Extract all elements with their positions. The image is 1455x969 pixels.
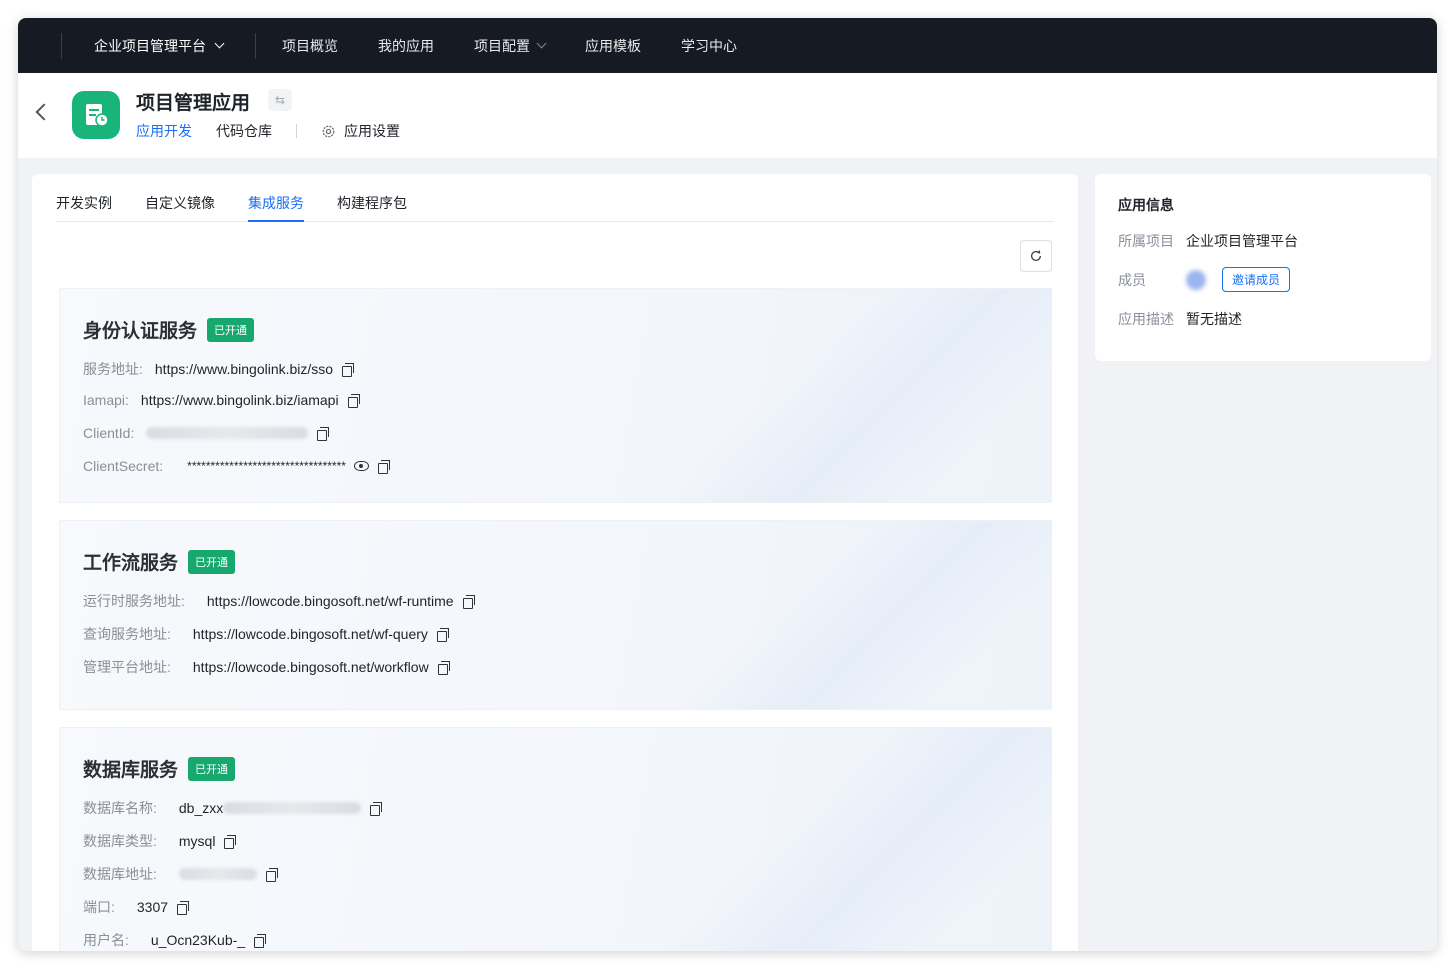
copy-icon[interactable] bbox=[224, 834, 237, 849]
status-badge: 已开通 bbox=[188, 756, 236, 781]
platform-name: 企业项目管理平台 bbox=[94, 37, 206, 54]
platform-switcher[interactable]: 企业项目管理平台 bbox=[62, 36, 255, 56]
service-row: ClientSecret: **************************… bbox=[83, 458, 390, 474]
service-title: 数据库服务 bbox=[83, 760, 179, 781]
avatar[interactable] bbox=[1186, 269, 1206, 290]
tab-dev-instances[interactable]: 开发实例 bbox=[56, 174, 112, 222]
app-tabs: 应用开发 代码仓库 应用设置 bbox=[136, 121, 400, 141]
main-panel: 开发实例 自定义镜像 集成服务 构建程序包 身份认证服务 已开通 服务地址: h… bbox=[32, 174, 1078, 951]
info-row-description: 应用描述 暂无描述 bbox=[1118, 311, 1242, 327]
nav-item-app-templates[interactable]: 应用模板 bbox=[565, 36, 661, 56]
copy-icon[interactable] bbox=[370, 801, 383, 816]
nav-item-overview[interactable]: 项目概览 bbox=[262, 36, 358, 56]
service-row: 查询服务地址: https://lowcode.bingosoft.net/wf… bbox=[83, 624, 449, 644]
copy-icon[interactable] bbox=[437, 660, 450, 675]
gear-icon bbox=[322, 125, 335, 137]
content-tabs: 开发实例 自定义镜像 集成服务 构建程序包 bbox=[56, 174, 1054, 222]
app-info-panel: 应用信息 所属项目 企业项目管理平台 成员 邀请成员 应用描述 暂无描述 bbox=[1095, 174, 1431, 361]
status-badge: 已开通 bbox=[188, 549, 236, 574]
tab-build-packages[interactable]: 构建程序包 bbox=[337, 174, 407, 222]
nav-item-my-apps[interactable]: 我的应用 bbox=[358, 36, 454, 56]
copy-icon[interactable] bbox=[265, 867, 278, 882]
service-row: 服务地址: https://www.bingolink.biz/sso bbox=[83, 359, 355, 379]
app-settings-button[interactable]: 应用设置 bbox=[321, 121, 400, 141]
tab-code-repo[interactable]: 代码仓库 bbox=[216, 121, 272, 141]
service-row: Iamapi: https://www.bingolink.biz/iamapi bbox=[83, 392, 360, 408]
copy-icon[interactable] bbox=[317, 426, 330, 441]
service-card-identity: 身份认证服务 已开通 服务地址: https://www.bingolink.b… bbox=[59, 288, 1052, 503]
service-title: 工作流服务 bbox=[83, 553, 179, 574]
service-row: 管理平台地址: https://lowcode.bingosoft.net/wo… bbox=[83, 657, 450, 677]
app-info-title: 应用信息 bbox=[1118, 197, 1174, 213]
tab-custom-images[interactable]: 自定义镜像 bbox=[145, 174, 215, 222]
redacted-value bbox=[146, 427, 309, 439]
app-title: 项目管理应用 bbox=[136, 93, 251, 114]
service-card-workflow: 工作流服务 已开通 运行时服务地址: https://lowcode.bingo… bbox=[59, 520, 1052, 710]
top-navbar: 企业项目管理平台 项目概览 我的应用 项目配置 应用模板 学习中心 bbox=[18, 18, 1437, 73]
invite-member-button[interactable]: 邀请成员 bbox=[1222, 267, 1291, 292]
back-arrow-icon[interactable] bbox=[35, 103, 53, 121]
service-card-database: 数据库服务 已开通 数据库名称: db_zxx 数据库类型: mysql 数据库… bbox=[59, 727, 1052, 951]
copy-icon[interactable] bbox=[462, 594, 475, 609]
nav-item-project-config[interactable]: 项目配置 bbox=[454, 36, 565, 56]
copy-icon[interactable] bbox=[347, 393, 360, 408]
redacted-value bbox=[223, 802, 362, 814]
service-row: 数据库类型: mysql bbox=[83, 831, 237, 851]
copy-icon[interactable] bbox=[342, 362, 355, 377]
app-settings-label: 应用设置 bbox=[344, 123, 400, 139]
tab-app-dev[interactable]: 应用开发 bbox=[136, 121, 192, 141]
service-row: 数据库名称: db_zxx bbox=[83, 798, 383, 818]
info-row-project: 所属项目 企业项目管理平台 bbox=[1118, 233, 1298, 249]
nav-item-learning-center[interactable]: 学习中心 bbox=[661, 36, 757, 56]
main-nav: 项目概览 我的应用 项目配置 应用模板 学习中心 bbox=[262, 36, 757, 56]
service-row: ClientId: bbox=[83, 425, 330, 441]
info-row-members: 成员 邀请成员 bbox=[1118, 267, 1291, 292]
redacted-value bbox=[178, 868, 257, 880]
copy-icon[interactable] bbox=[377, 459, 390, 474]
eye-icon[interactable] bbox=[353, 461, 369, 471]
chevron-down-icon bbox=[214, 38, 225, 49]
refresh-icon bbox=[1030, 250, 1042, 261]
status-badge: 已开通 bbox=[207, 317, 255, 342]
app-window: 企业项目管理平台 项目概览 我的应用 项目配置 应用模板 学习中心 项目管理应用… bbox=[18, 18, 1437, 951]
service-row: 数据库地址: bbox=[83, 864, 278, 884]
copy-icon[interactable] bbox=[177, 900, 190, 915]
app-header: 项目管理应用 ⇆ 应用开发 代码仓库 应用设置 bbox=[18, 73, 1437, 158]
switch-icon[interactable]: ⇆ bbox=[268, 89, 292, 111]
service-row: 用户名: u_Ocn23Kub-_ bbox=[83, 930, 267, 950]
tab-integration-services[interactable]: 集成服务 bbox=[248, 174, 304, 222]
service-row: 运行时服务地址: https://lowcode.bingosoft.net/w… bbox=[83, 591, 475, 611]
copy-icon[interactable] bbox=[436, 627, 449, 642]
service-row: 端口: 3307 bbox=[83, 897, 190, 917]
copy-icon[interactable] bbox=[254, 933, 267, 948]
refresh-button[interactable] bbox=[1020, 240, 1052, 272]
chevron-down-icon bbox=[536, 38, 547, 49]
service-title: 身份认证服务 bbox=[83, 321, 198, 342]
app-logo-icon bbox=[72, 91, 120, 139]
